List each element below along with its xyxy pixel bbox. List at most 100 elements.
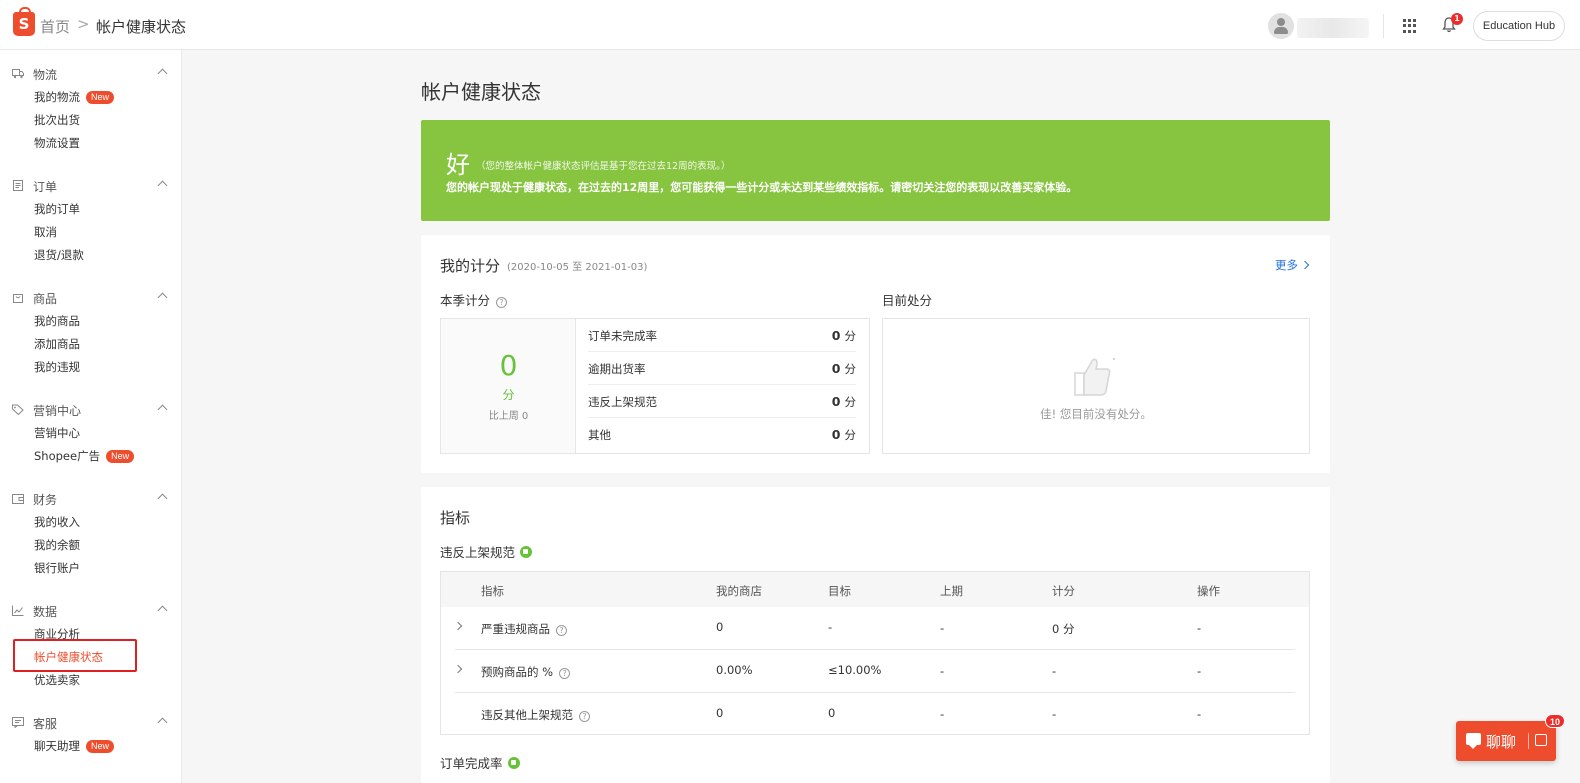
- more-link[interactable]: 更多: [1275, 257, 1310, 273]
- points-row-number: 0: [831, 328, 841, 343]
- sidebar-item-return-refund[interactable]: 退货/退款: [34, 247, 84, 263]
- target-value: 0: [828, 706, 836, 720]
- chevron-up-icon[interactable]: [157, 292, 168, 303]
- table-row[interactable]: 预购商品的 %? 0.00% ≤10.00% - - -: [453, 650, 1295, 693]
- column-header: 操作: [1197, 584, 1220, 598]
- chat-bubble-icon: [12, 717, 24, 728]
- points-row-number: 0: [831, 394, 841, 409]
- chevron-up-icon[interactable]: [157, 68, 168, 79]
- metrics-title: 指标: [440, 509, 471, 527]
- user-avatar[interactable]: [1268, 13, 1294, 39]
- sidebar-item-my-logistics[interactable]: 我的物流 New: [34, 89, 115, 105]
- new-badge: New: [106, 450, 135, 463]
- sidebar-section-logistics[interactable]: 物流: [12, 66, 172, 82]
- sidebar-item-marketing-centre[interactable]: 营销中心: [34, 425, 80, 441]
- chat-unread-badge: 10: [1545, 714, 1565, 728]
- sidebar-section-title: 客服: [33, 717, 58, 731]
- sidebar-item-my-income[interactable]: 我的收入: [34, 514, 80, 530]
- chat-icon: [1466, 733, 1481, 749]
- sidebar-section-marketing[interactable]: 营销中心: [12, 402, 172, 418]
- total-points-panel: 0 分 比上周 0: [441, 319, 576, 453]
- thumbs-up-icon: [1074, 357, 1116, 396]
- sidebar-item-my-orders[interactable]: 我的订单: [34, 201, 80, 217]
- metric-name: 违反其他上架规范?: [481, 707, 590, 723]
- help-icon[interactable]: ?: [496, 297, 508, 308]
- shopee-logo-icon[interactable]: S: [13, 7, 35, 36]
- chevron-up-icon[interactable]: [157, 404, 168, 415]
- sidebar-section-title: 商品: [33, 292, 58, 306]
- penalty-title: 目前处分: [882, 293, 933, 308]
- table-row[interactable]: 严重违规商品? 0 - - 0 分 -: [453, 607, 1295, 650]
- listing-violation-label: 违反上架规范: [440, 545, 516, 560]
- action-value: -: [1197, 664, 1202, 678]
- points-row: 违反上架规范 0分: [588, 385, 856, 418]
- metrics-table: 指标 我的商店 目标 上期 计分 操作 严重违规商品? 0 - - 0 分 - …: [440, 571, 1310, 735]
- sidebar-item-shopee-ads[interactable]: Shopee广告 New: [34, 448, 135, 464]
- target-value: ≤10.00%: [828, 663, 882, 677]
- sidebar-item-preferred-seller[interactable]: 优选卖家: [34, 672, 80, 688]
- chevron-right-icon[interactable]: [453, 621, 463, 631]
- chart-line-icon: [12, 605, 24, 616]
- health-description: 您的帐户现处于健康状态，在过去的12周里，您可能获得一些计分或未达到某些绩效指标…: [446, 181, 1078, 194]
- table-header: 指标 我的商店 目标 上期 计分 操作: [441, 572, 1309, 607]
- my-shop-value: 0: [716, 620, 724, 634]
- chevron-up-icon[interactable]: [157, 717, 168, 728]
- sidebar-item-my-products[interactable]: 我的商品: [34, 313, 80, 329]
- quarter-points-label: 本季计分: [440, 293, 491, 308]
- my-shop-value: 0.00%: [716, 663, 753, 677]
- chevron-up-icon[interactable]: [157, 605, 168, 616]
- chat-button[interactable]: 聊聊: [1456, 721, 1556, 761]
- expand-icon[interactable]: [1535, 734, 1547, 746]
- sidebar-section-data[interactable]: 数据: [12, 603, 172, 619]
- points-row-label: 逾期出货率: [588, 362, 646, 376]
- sidebar-item-add-product[interactable]: 添加商品: [34, 336, 80, 352]
- sidebar-item-my-balance[interactable]: 我的余额: [34, 537, 80, 553]
- chevron-right-icon[interactable]: [453, 664, 463, 674]
- order-completion-title: 订单完成率: [440, 753, 520, 772]
- breadcrumb-current: 帐户健康状态: [96, 18, 187, 36]
- sidebar-section-orders[interactable]: 订单: [12, 178, 172, 194]
- new-badge: New: [86, 740, 115, 753]
- tag-icon: [12, 404, 24, 415]
- points-row-unit: 分: [844, 395, 857, 409]
- health-grade: 好: [446, 151, 470, 179]
- points-row-value: 0分: [832, 328, 856, 344]
- sidebar: 物流 我的物流 New 批次出货 物流设置 订单 我的订单 取消 退货/退款 商品…: [0, 50, 182, 783]
- metric-name-label: 严重违规商品: [481, 622, 550, 636]
- sidebar-item-my-violations[interactable]: 我的违规: [34, 359, 80, 375]
- total-points-value: 0: [499, 349, 518, 382]
- education-hub-button[interactable]: Education Hub: [1473, 11, 1565, 41]
- username-blurred[interactable]: [1297, 18, 1369, 38]
- help-icon[interactable]: ?: [556, 625, 567, 636]
- sidebar-item-shipping-settings[interactable]: 物流设置: [34, 135, 80, 151]
- points-row-value: 0分: [832, 361, 856, 377]
- column-header: 指标: [481, 584, 504, 598]
- breadcrumb-home[interactable]: 首页: [40, 16, 70, 37]
- sidebar-section-title: 财务: [33, 493, 58, 507]
- points-row: 逾期出货率 0分: [588, 352, 856, 385]
- metric-name-label: 违反其他上架规范: [481, 708, 573, 722]
- breadcrumb-separator: >: [77, 15, 90, 33]
- sidebar-section-products[interactable]: 商品: [12, 290, 172, 306]
- sidebar-section-customer-service[interactable]: 客服: [12, 715, 172, 731]
- sidebar-section-title: 物流: [33, 68, 58, 82]
- column-header: 我的商店: [716, 584, 762, 598]
- sidebar-item-bank-account[interactable]: 银行账户: [34, 560, 80, 576]
- sidebar-item-cancellation[interactable]: 取消: [34, 224, 57, 240]
- help-icon[interactable]: ?: [579, 711, 590, 722]
- sidebar-item-label: Shopee广告: [34, 449, 101, 463]
- chevron-right-icon: [1300, 260, 1310, 270]
- action-value: -: [1197, 707, 1202, 721]
- previous-value: -: [940, 707, 945, 721]
- header-divider: [1383, 14, 1384, 38]
- quarter-points-title: 本季计分?: [440, 290, 508, 309]
- chevron-up-icon[interactable]: [157, 493, 168, 504]
- chevron-up-icon[interactable]: [157, 180, 168, 191]
- sidebar-section-finance[interactable]: 财务: [12, 491, 172, 507]
- quarter-points-box: 0 分 比上周 0 订单未完成率 0分 逾期出货率 0分 违反上架规范 0分 其…: [440, 318, 870, 454]
- sidebar-item-chat-assistant[interactable]: 聊天助理 New: [34, 738, 115, 754]
- help-icon[interactable]: ?: [559, 668, 571, 679]
- apps-grid-icon[interactable]: [1403, 19, 1417, 33]
- my-points-title: 我的计分: [440, 257, 501, 275]
- sidebar-item-mass-ship[interactable]: 批次出货: [34, 112, 80, 128]
